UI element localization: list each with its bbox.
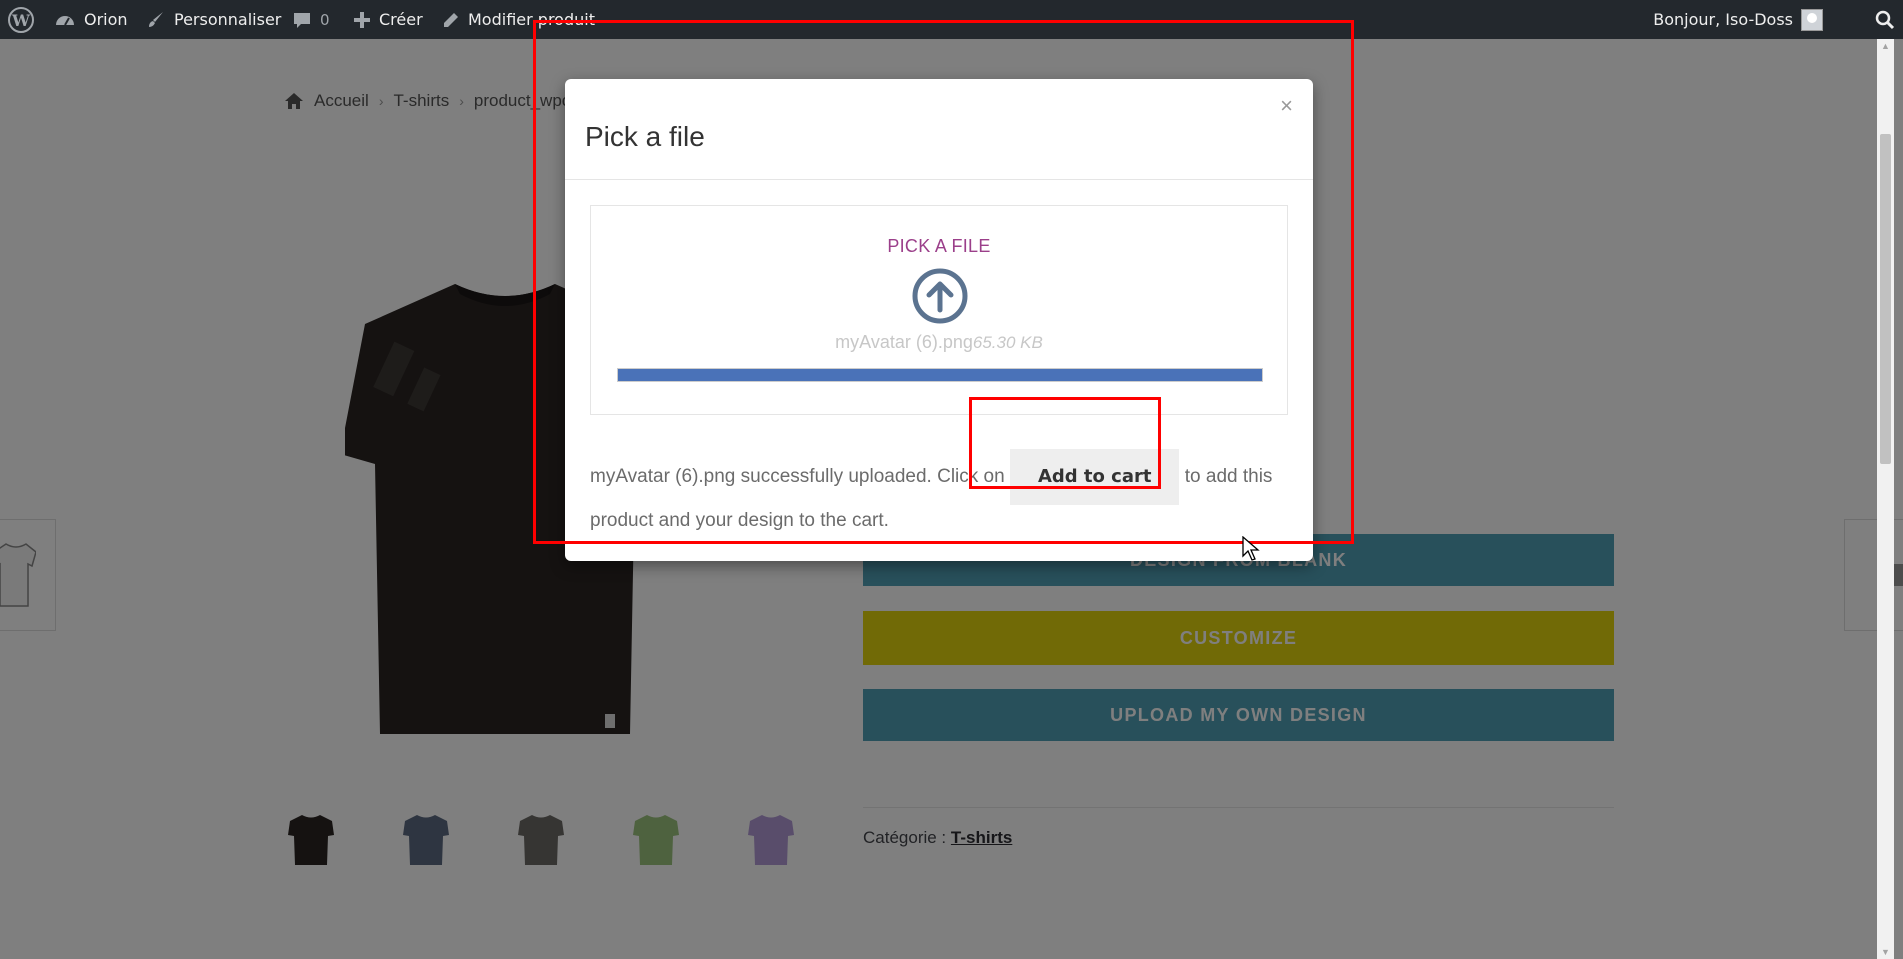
customize-label: Personnaliser	[174, 10, 282, 29]
new-content-menu[interactable]: Créer	[353, 0, 423, 39]
svg-text:W: W	[11, 11, 31, 30]
pencil-icon	[444, 12, 458, 27]
file-info: myAvatar (6).png65.30 KB	[591, 332, 1287, 353]
scrollbar-thumb[interactable]	[1880, 134, 1891, 464]
avatar	[1801, 8, 1823, 31]
comment-icon	[294, 12, 310, 28]
close-icon[interactable]: ×	[1280, 93, 1293, 119]
account-menu[interactable]: Bonjour, Iso-Doss	[1653, 0, 1823, 39]
message-text-before: myAvatar (6).png successfully uploaded. …	[590, 466, 1005, 488]
pick-file-modal: Pick a file × PICK A FILE myAvatar (6).p…	[565, 79, 1313, 561]
upload-progress-fill	[618, 369, 1262, 381]
comments-count: 0	[320, 10, 330, 29]
mouse-cursor-icon	[1242, 536, 1260, 561]
dashboard-icon	[56, 15, 74, 25]
scroll-up-arrow[interactable]: ▲	[1881, 41, 1890, 51]
site-name: Orion	[84, 10, 128, 29]
upload-success-message: myAvatar (6).png successfully uploaded. …	[590, 449, 1290, 543]
admin-bar: W Orion Personnaliser 0 Créer Modifier p…	[0, 0, 1903, 39]
page-scrollbar[interactable]: ▲ ▼	[1877, 39, 1894, 959]
search-icon[interactable]	[1875, 0, 1895, 39]
plus-icon	[354, 11, 370, 28]
site-name-menu[interactable]: Orion	[54, 0, 128, 39]
upload-arrow-icon[interactable]	[912, 268, 968, 324]
file-name: myAvatar (6).png	[835, 332, 973, 352]
customize-menu[interactable]: Personnaliser	[146, 0, 281, 39]
pick-file-label[interactable]: PICK A FILE	[591, 236, 1287, 257]
wordpress-logo-icon[interactable]: W	[8, 0, 34, 39]
modal-header: Pick a file ×	[565, 79, 1313, 180]
comments-menu[interactable]: 0	[292, 0, 330, 39]
edit-product-label: Modifier produit	[468, 10, 595, 29]
edit-product-menu[interactable]: Modifier produit	[442, 0, 595, 39]
scroll-down-arrow[interactable]: ▼	[1881, 947, 1890, 957]
product-page: Accueil › T-shirts › product_wpc DESIGN …	[0, 39, 1903, 959]
new-label: Créer	[379, 10, 423, 29]
file-size: 65.30 KB	[972, 333, 1043, 352]
upload-progress-bar	[617, 368, 1263, 382]
paintbrush-icon	[149, 11, 163, 27]
add-to-cart-button[interactable]: Add to cart	[1009, 449, 1180, 505]
greeting: Bonjour, Iso-Doss	[1653, 10, 1793, 29]
file-drop-zone[interactable]: PICK A FILE myAvatar (6).png65.30 KB	[590, 205, 1288, 415]
modal-title: Pick a file	[585, 121, 705, 152]
